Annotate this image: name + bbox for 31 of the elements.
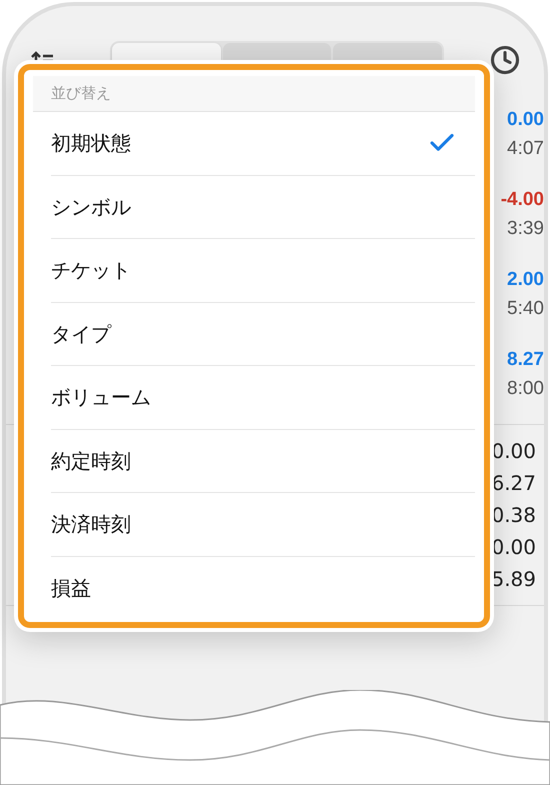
menu-item[interactable]: 約定時刻 (51, 430, 475, 493)
clock-icon[interactable] (490, 45, 520, 75)
menu-item-label: ボリューム (51, 384, 151, 412)
profit-value: 8.27 (507, 348, 544, 372)
summary-value: 0.38 (491, 502, 536, 529)
menu-item-label: 決済時刻 (51, 511, 131, 538)
menu-item-label: 約定時刻 (51, 448, 131, 475)
summary-value: 6.27 (491, 470, 536, 497)
menu-item[interactable]: 決済時刻 (51, 493, 475, 556)
time-value: 8:00 (507, 377, 544, 401)
menu-item-label: タイプ (51, 320, 111, 348)
time-value: 5:40 (507, 297, 544, 321)
menu-title: 並び替え (51, 83, 111, 104)
summary-value: 5.89 (491, 566, 536, 593)
summary-value: 0.00 (491, 534, 536, 561)
menu-item-label: 初期状態 (51, 130, 131, 158)
profit-value: 0.00 (507, 108, 544, 132)
menu-item[interactable]: 初期状態 (51, 112, 475, 176)
menu-item[interactable]: 損益 (51, 556, 475, 620)
profit-value: -4.00 (500, 188, 544, 212)
menu-item-label: 損益 (51, 575, 91, 602)
summary-value: 0.00 (491, 438, 536, 465)
menu-item[interactable]: チケット (51, 239, 475, 302)
menu-item[interactable]: タイプ (51, 302, 475, 366)
time-value: 4:07 (507, 137, 544, 161)
menu-item-label: チケット (51, 257, 131, 284)
profit-value: 2.00 (507, 268, 544, 292)
menu-item-label: シンボル (51, 194, 131, 221)
menu-item[interactable]: ボリューム (51, 366, 475, 430)
menu-item[interactable]: シンボル (51, 176, 475, 239)
time-value: 3:39 (507, 217, 544, 241)
